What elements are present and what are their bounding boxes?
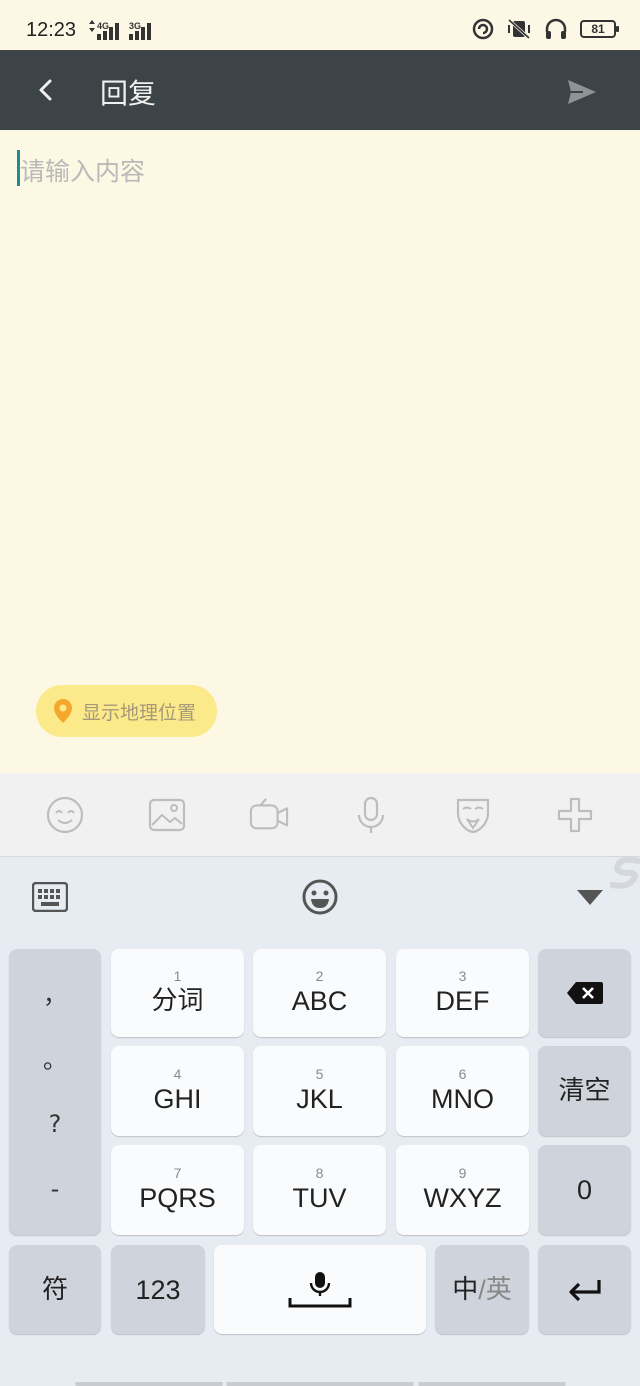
key-label: JKL <box>296 1084 343 1114</box>
app-bar: 回复 <box>0 50 640 130</box>
triangle-down-icon <box>577 890 603 905</box>
enter-icon <box>568 1279 601 1301</box>
lang-separator: / <box>478 1274 486 1305</box>
attachment-toolbar <box>0 773 640 857</box>
nav-hint-center <box>226 1382 414 1386</box>
show-location-button[interactable]: 显示地理位置 <box>36 685 217 737</box>
numeric-key-label: 123 <box>135 1274 181 1305</box>
video-icon <box>249 798 289 830</box>
keyboard-hide-button[interactable] <box>570 877 610 917</box>
vibrate-off-icon <box>507 18 531 40</box>
backspace-key[interactable] <box>538 949 631 1037</box>
send-icon <box>568 80 596 104</box>
clear-key[interactable]: 清空 <box>538 1046 631 1136</box>
status-bar: 12:23 4G 3G 81 <box>0 0 640 50</box>
location-pin-icon <box>54 699 72 723</box>
numeric-key[interactable]: 123 <box>111 1245 205 1334</box>
symbol-key[interactable]: 符 <box>9 1245 101 1334</box>
key-number: 2 <box>315 968 324 984</box>
clear-key-label: 清空 <box>558 1076 611 1106</box>
status-time: 12:23 <box>26 19 77 41</box>
key-label: ABC <box>291 986 348 1016</box>
location-chip-label: 显示地理位置 <box>82 701 197 724</box>
microphone-icon <box>357 796 385 833</box>
keyboard-switch-button[interactable] <box>30 877 70 917</box>
anonymous-button[interactable] <box>453 795 493 835</box>
reply-editor[interactable]: 请输入内容 显示地理位置 <box>0 130 640 773</box>
signal-4g-icon: 4G <box>89 20 119 40</box>
punctuation-column[interactable]: ， 。 ? - <box>9 949 101 1235</box>
punct-comma-key[interactable]: ， <box>43 975 67 1015</box>
key-7[interactable]: 7 PQRS <box>111 1145 244 1235</box>
lang-primary: 中 <box>452 1274 479 1305</box>
emoji-button[interactable] <box>45 795 85 835</box>
punct-period-key[interactable]: 。 <box>43 1040 67 1080</box>
nav-hint-right <box>418 1382 566 1386</box>
key-label: TUV <box>292 1183 347 1213</box>
key-label: PQRS <box>139 1183 216 1213</box>
zero-key-label: 0 <box>576 1175 593 1205</box>
punct-dash-key[interactable]: - <box>51 1169 60 1209</box>
key-number: 5 <box>315 1066 324 1082</box>
sogou-logo-icon <box>610 857 640 889</box>
zero-key[interactable]: 0 <box>538 1145 631 1235</box>
image-button[interactable] <box>147 795 187 835</box>
key-label: GHI <box>153 1084 202 1114</box>
key-number: 8 <box>315 1165 324 1181</box>
enter-key[interactable] <box>538 1245 631 1334</box>
key-9[interactable]: 9 WXYZ <box>396 1145 529 1235</box>
smiley-icon <box>302 879 338 915</box>
sync-icon <box>472 18 494 40</box>
keyboard-icon <box>32 882 68 912</box>
ime-keyboard: ， 。 ? - 1 分词 2 ABC 3 DEF 4 GHI 5 JKL 6 M… <box>0 857 640 1386</box>
language-switch-key[interactable]: 中 / 英 <box>435 1245 529 1334</box>
key-number: 9 <box>458 1165 467 1181</box>
nav-hint-left <box>75 1382 223 1386</box>
headphones-icon <box>545 18 567 39</box>
key-4[interactable]: 4 GHI <box>111 1046 244 1136</box>
punct-question-key[interactable]: ? <box>49 1104 62 1144</box>
space-key[interactable] <box>214 1245 426 1334</box>
key-number: 1 <box>173 968 182 984</box>
language-switch-label: 中 / 英 <box>452 1273 512 1307</box>
key-number: 3 <box>458 968 467 984</box>
video-button[interactable] <box>249 795 289 835</box>
page-title: 回复 <box>100 77 157 110</box>
key-6[interactable]: 6 MNO <box>396 1046 529 1136</box>
keyboard-emoji-button[interactable] <box>300 877 340 917</box>
emoji-icon <box>46 796 84 834</box>
keyboard-top-bar <box>0 857 640 939</box>
battery-icon: 81 <box>580 20 619 38</box>
key-3[interactable]: 3 DEF <box>396 949 529 1037</box>
back-arrow-icon <box>39 79 52 101</box>
key-8[interactable]: 8 TUV <box>253 1145 386 1235</box>
key-label: 分词 <box>151 986 204 1016</box>
reply-input[interactable]: 请输入内容 <box>20 152 145 188</box>
svg-text:3G: 3G <box>129 21 141 31</box>
space-mic-icon <box>288 1271 352 1307</box>
lang-secondary: 英 <box>485 1274 512 1305</box>
svg-text:4G: 4G <box>97 21 109 31</box>
key-label: DEF <box>435 986 490 1016</box>
signal-3g-icon: 3G <box>129 21 151 40</box>
back-button[interactable] <box>24 70 68 110</box>
plus-icon <box>557 797 593 833</box>
key-5[interactable]: 5 JKL <box>253 1046 386 1136</box>
send-button[interactable] <box>560 72 604 112</box>
key-label: MNO <box>431 1084 494 1114</box>
backspace-icon <box>566 982 603 1004</box>
mask-icon <box>456 798 490 834</box>
image-icon <box>148 798 186 832</box>
key-number: 6 <box>458 1066 467 1082</box>
key-label: WXYZ <box>423 1183 502 1213</box>
more-button[interactable] <box>555 795 595 835</box>
key-number: 7 <box>173 1165 182 1181</box>
key-2[interactable]: 2 ABC <box>253 949 386 1037</box>
key-1[interactable]: 1 分词 <box>111 949 244 1037</box>
symbol-key-label: 符 <box>41 1274 68 1305</box>
voice-button[interactable] <box>351 795 391 835</box>
key-number: 4 <box>173 1066 182 1082</box>
